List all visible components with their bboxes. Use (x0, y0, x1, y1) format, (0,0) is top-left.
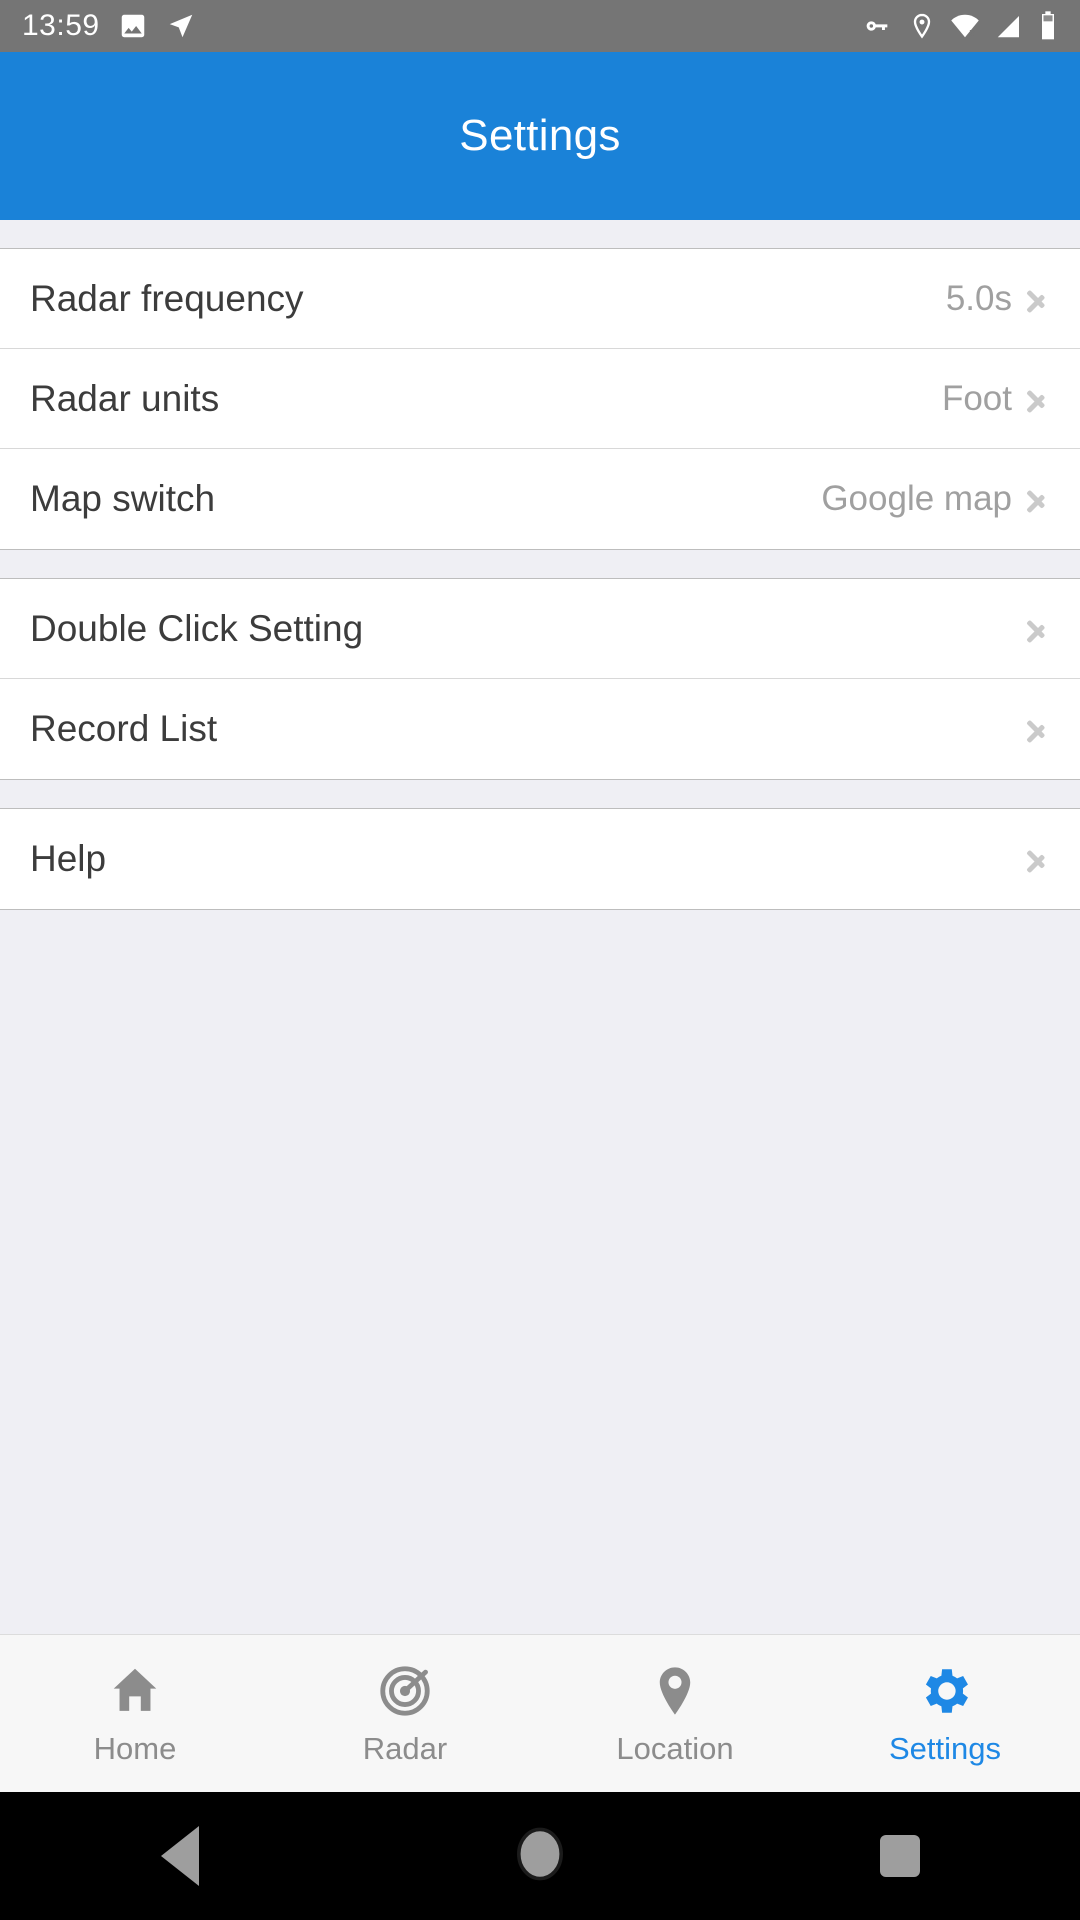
chevron-right-icon (1026, 712, 1046, 746)
nav-home-button[interactable] (360, 1825, 720, 1888)
status-bar-clock: 13:59 (22, 9, 100, 42)
empty-space (0, 910, 1080, 1634)
list-item-label: Help (30, 838, 107, 879)
tab-radar[interactable]: Radar (270, 1635, 540, 1792)
tab-home[interactable]: Home (0, 1635, 270, 1792)
app-header: Settings (0, 52, 1080, 220)
tab-label: Location (616, 1730, 734, 1766)
bottom-tab-bar: Home Radar Location Settings (0, 1634, 1080, 1792)
settings-list: Radar frequency 5.0s Radar units Foot Ma… (0, 220, 1080, 1634)
gear-icon (916, 1661, 974, 1721)
back-triangle-icon (161, 1826, 199, 1886)
list-item[interactable]: Radar units Foot (0, 349, 1080, 449)
chevron-right-icon (1026, 382, 1046, 416)
list-item-label: Double Click Setting (30, 607, 364, 649)
tab-settings[interactable]: Settings (810, 1635, 1080, 1792)
list-item-label: Radar frequency (30, 277, 304, 319)
key-icon (866, 21, 888, 31)
list-top-spacer (0, 220, 1080, 248)
status-bar-right: x (862, 10, 1058, 42)
home-circle-icon (513, 1825, 567, 1888)
navigation-send-icon (169, 14, 192, 38)
nav-recents-button[interactable] (720, 1835, 1080, 1877)
list-item-label: Map switch (30, 478, 216, 519)
settings-group-2: Double Click Setting Record List (0, 578, 1080, 780)
android-nav-bar (0, 1792, 1080, 1920)
chevron-right-icon (1026, 282, 1046, 316)
wifi-off-icon: x (951, 14, 979, 39)
svg-text:x: x (969, 27, 976, 39)
tab-location[interactable]: Location (540, 1635, 810, 1792)
list-item-label: Radar units (30, 377, 220, 419)
status-bar-left: 13:59 (22, 11, 196, 41)
list-item[interactable]: Double Click Setting (0, 579, 1080, 679)
list-item[interactable]: Help (0, 809, 1080, 909)
list-item-value: Google map (821, 479, 1012, 518)
cellular-signal-icon (997, 16, 1019, 38)
home-icon (106, 1661, 164, 1721)
list-item[interactable]: Record List (0, 679, 1080, 779)
list-item-value: Foot (941, 378, 1012, 418)
battery-icon (1042, 11, 1054, 40)
chevron-right-icon (1026, 612, 1046, 646)
group-spacer-1 (0, 550, 1080, 578)
location-pin-icon (913, 13, 931, 39)
tab-label: Radar (362, 1730, 448, 1766)
recents-square-icon (880, 1835, 920, 1877)
list-item[interactable]: Map switch Google map (0, 449, 1080, 549)
settings-group-1: Radar frequency 5.0s Radar units Foot Ma… (0, 248, 1080, 550)
tab-label: Settings (888, 1730, 1001, 1766)
tab-label: Home (93, 1730, 177, 1766)
group-spacer-2 (0, 780, 1080, 808)
page-title: Settings (459, 111, 621, 160)
chevron-right-icon (1026, 842, 1046, 876)
location-pin-icon (646, 1661, 704, 1721)
list-item-value: 5.0s (945, 278, 1012, 318)
chevron-right-icon (1026, 482, 1046, 516)
list-item[interactable]: Radar frequency 5.0s (0, 249, 1080, 349)
image-icon (121, 14, 144, 38)
nav-back-button[interactable] (0, 1826, 360, 1886)
phone-screen: 13:59 x Settings Radar frequency 5.0s Ra… (0, 0, 1080, 1920)
list-item-label: Record List (30, 708, 218, 749)
radar-target-icon (376, 1661, 434, 1721)
status-bar: 13:59 x (0, 0, 1080, 52)
settings-group-3: Help (0, 808, 1080, 910)
